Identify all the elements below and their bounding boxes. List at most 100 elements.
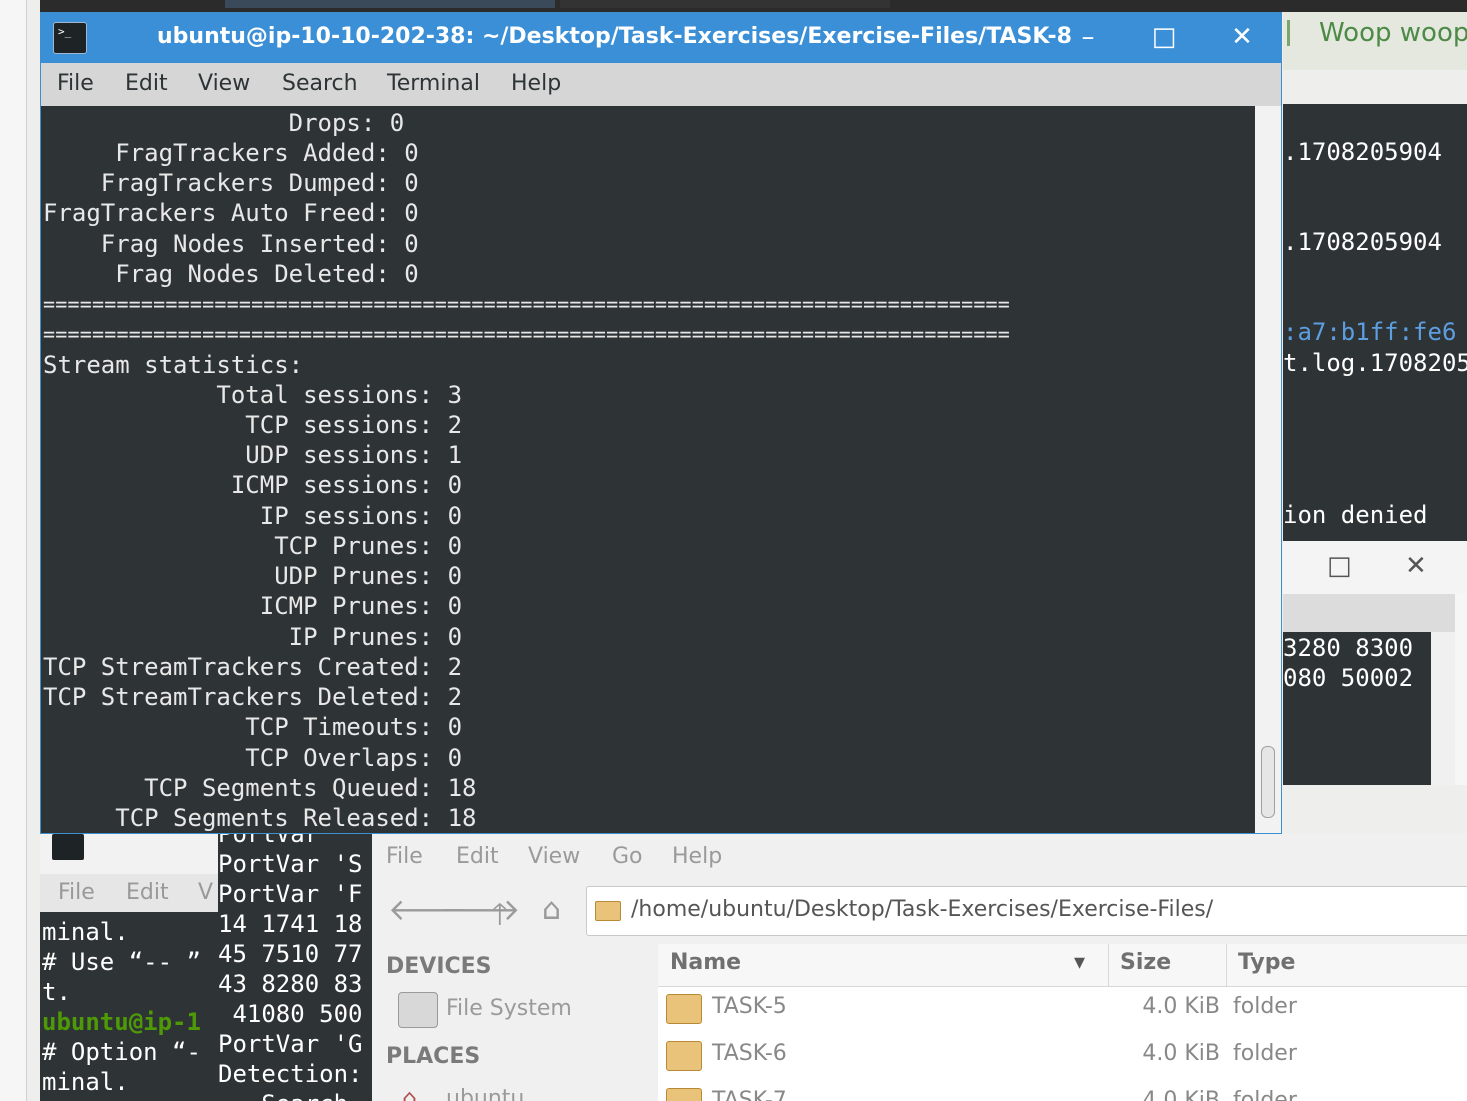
terminal-line: PortVar ' [218,834,349,848]
drive-icon [398,992,438,1028]
sidebar-heading-places: PLACES [386,1044,481,1069]
maximize-icon[interactable]: □ [1327,551,1352,581]
menu-help[interactable]: Help [511,71,561,96]
terminal-prompt-glyph: >_ [58,25,72,38]
terminal-line: TCP Prunes: 0 [43,532,463,560]
bottom-left-terminal: File Edit V minal. # Use “-- ” t. ubuntu… [40,834,218,1101]
terminal-line: FragTrackers Dumped: 0 [43,169,419,197]
terminal-line: PortVar 'G [218,1030,363,1058]
file-name: TASK-7 [712,1088,787,1101]
terminal-line: Total sessions: 3 [43,381,463,409]
terminal-output[interactable]: Drops: 0 FragTrackers Added: 0 FragTrack… [41,106,1255,833]
dialog-toolbar [1283,594,1455,632]
terminal-scrollbar[interactable] [1255,106,1281,833]
menu-edit[interactable]: Edit [456,844,499,869]
file-list-header: Name ▾ Size Type [658,944,1467,987]
terminal-line: 41080 500 [218,1000,363,1028]
file-manager-menubar: File Edit View Go Help [372,834,1467,880]
dialog-line: 3280 8300 [1283,634,1414,662]
maximize-icon[interactable]: □ [1139,19,1189,55]
terminal-titlebar [40,834,218,874]
column-type[interactable]: Type [1238,950,1295,975]
table-row[interactable]: TASK-6 4.0 KiB folder [658,1033,1467,1079]
file-size: 4.0 KiB [1142,1088,1220,1101]
separator-line: ========================================… [43,292,1011,316]
column-name[interactable]: Name [670,950,741,975]
file-type: folder [1233,1088,1297,1101]
menu-file[interactable]: File [58,880,95,905]
window-title: ubuntu@ip-10-10-202-38: ~/Desktop/Task-E… [157,24,1072,49]
menu-terminal[interactable]: Terminal [387,71,480,96]
terminal-line: Drops: 0 [43,109,405,137]
window-titlebar[interactable]: >_ ubuntu@ip-10-10-202-38: ~/Desktop/Tas… [41,13,1281,63]
menu-go[interactable]: Go [612,844,643,869]
terminal-line: t. [42,978,71,1006]
column-divider[interactable] [1108,944,1109,986]
terminal-line: # Option “- [42,1038,201,1066]
terminal-line: # Use “-- ” [42,948,201,976]
folder-icon [666,1041,702,1071]
menu-edit[interactable]: Edit [126,880,169,905]
terminal-line: Frag Nodes Inserted: 0 [43,230,419,258]
column-size[interactable]: Size [1120,950,1171,975]
table-row[interactable]: TASK-5 4.0 KiB folder [658,986,1467,1032]
file-name: TASK-5 [712,994,787,1019]
file-type: folder [1233,1041,1297,1066]
file-size: 4.0 KiB [1142,1041,1220,1066]
up-arrow-icon[interactable]: 🡑 [492,892,508,943]
taskbar-button[interactable] [560,0,890,8]
menu-file[interactable]: File [386,844,423,869]
file-size: 4.0 KiB [1142,994,1220,1019]
sidebar: DEVICES File System PLACES ⌂ ubuntu [372,944,658,1101]
notification-text: Woop woop! [1319,18,1467,48]
terminal-line: ICMP sessions: 0 [43,471,463,499]
terminal-line: IP sessions: 0 [43,502,463,530]
terminal-menubar: File Edit V [40,874,218,912]
table-row[interactable]: TASK-7 4.0 KiB folder [658,1080,1467,1101]
sidebar-heading-devices: DEVICES [386,954,492,979]
menu-help[interactable]: Help [672,844,722,869]
file-manager: File Edit View Go Help 🡐 🡒 🡑 ⌂ /home/ubu… [372,834,1467,1101]
notification-banner: Woop woop! [1283,12,1467,70]
terminal-line: TCP sessions: 2 [43,411,463,439]
background-terminal-output: .1708205904 .1708205904 :a7:b1ff:fe6 t.l… [1283,104,1467,544]
main-terminal-window: >_ ubuntu@ip-10-10-202-38: ~/Desktop/Tas… [40,12,1282,834]
taskbar-button-active[interactable] [225,0,555,8]
home-icon[interactable]: ⌂ [542,892,561,927]
column-divider[interactable] [1226,944,1227,986]
minimize-icon[interactable]: – [1063,19,1113,55]
bg-terminal-line: .1708205904 [1283,138,1442,166]
terminal-line: Frag Nodes Deleted: 0 [43,260,419,288]
sidebar-item-file-system[interactable]: File System [446,996,572,1021]
terminal-line: TCP StreamTrackers Deleted: 2 [43,683,463,711]
terminal-line: Detection: [218,1060,363,1088]
bottom-mid-terminal: PortVar ' PortVar 'S PortVar 'F 14 1741 … [218,834,372,1101]
terminal-line: IP Prunes: 0 [43,623,463,651]
menu-view[interactable]: View [198,71,250,96]
bg-terminal-line: .1708205904 [1283,228,1442,256]
terminal-prompt: ubuntu@ip-1 [42,1008,201,1036]
bg-terminal-line: ion denied [1283,501,1428,529]
menu-view[interactable]: View [528,844,580,869]
dialog-line: 080 50002 [1283,664,1414,692]
scrollbar-thumb[interactable] [1261,746,1275,818]
dialog-scrollbar[interactable] [1431,632,1455,785]
forward-arrow-icon[interactable]: 🡒 [440,892,520,928]
menu-file[interactable]: File [57,71,94,96]
sort-chevron-down-icon[interactable]: ▾ [1074,950,1085,975]
close-icon[interactable]: ✕ [1217,19,1267,55]
terminal-line: minal. [42,1068,129,1096]
location-bar[interactable]: /home/ubuntu/Desktop/Task-Exercises/Exer… [586,886,1467,936]
sidebar-item-ubuntu[interactable]: ubuntu [446,1086,524,1101]
terminal-line: 14 1741 18 [218,910,363,938]
terminal-menubar: File Edit View Search Terminal Help [41,63,1281,106]
menu-view[interactable]: V [198,880,213,905]
terminal-line: PortVar 'F [218,880,363,908]
dialog-terminal: 3280 8300 080 50002 [1283,632,1431,785]
bg-terminal-line: t.log.1708205 [1283,349,1467,377]
menu-search[interactable]: Search [282,71,358,96]
terminal-line: FragTrackers Auto Freed: 0 [43,199,419,227]
close-icon[interactable]: ✕ [1405,551,1427,581]
notification-accent [1287,20,1290,46]
menu-edit[interactable]: Edit [125,71,168,96]
